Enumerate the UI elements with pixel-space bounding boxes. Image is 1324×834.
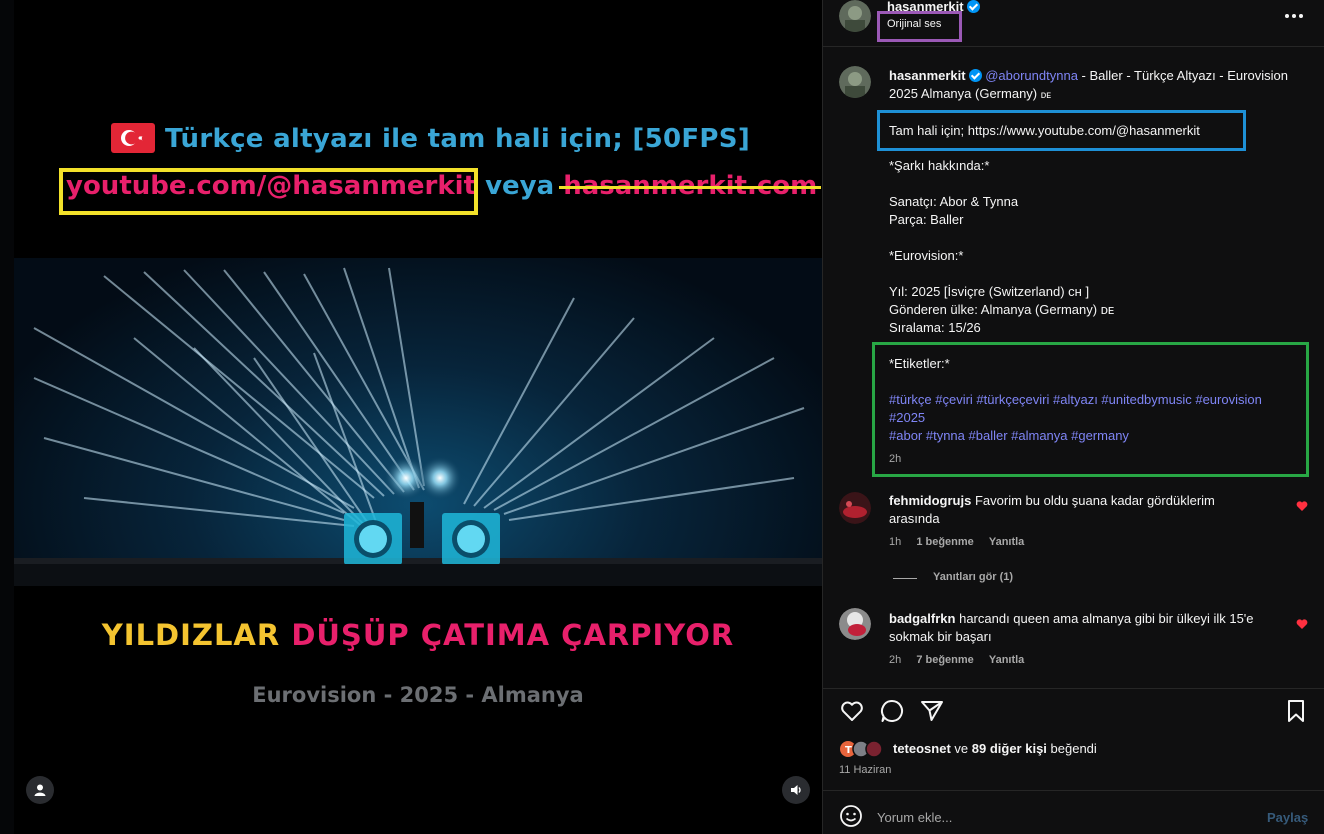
comment-body: badgalfrkn harcandı queen ama almanya gi… <box>889 610 1289 646</box>
heart-icon[interactable] <box>839 698 865 724</box>
caption-verified-icon <box>968 69 982 82</box>
caption-song-header: *Şarkı hakkında:* <box>889 158 990 173</box>
post-side-panel: hasanmerkit Orijinal ses hasanmerkit @ab… <box>822 0 1324 834</box>
caption-username[interactable]: hasanmerkit <box>889 68 966 83</box>
verified-badge-icon <box>966 0 980 13</box>
overlay-or-text: veya <box>485 171 555 201</box>
post-comment-button[interactable]: Paylaş <box>1267 810 1308 825</box>
caption-avatar[interactable] <box>839 66 871 98</box>
author-avatar[interactable] <box>839 0 871 32</box>
comment-meta: 1h 1 beğenme Yanıtla <box>889 536 1036 548</box>
share-icon[interactable] <box>919 698 945 724</box>
lyric-part2: DÜŞÜP ÇATIMA ÇARPIYOR <box>291 618 735 652</box>
comment-text-line1: harcandı queen ama almanya gibi bir ülke… <box>959 611 1254 626</box>
comment-username[interactable]: badgalfrkn <box>889 611 955 626</box>
concert-stage-image <box>14 258 822 586</box>
liked-by-others[interactable]: 89 diğer kişi <box>972 741 1047 756</box>
caption-country: Gönderen ülke: Almanya (Germany) ᴅᴇ <box>889 302 1115 317</box>
caption-year: Yıl: 2025 [İsviçre (Switzerland) ᴄʜ ] <box>889 284 1090 299</box>
post-date[interactable]: 11 Haziran <box>839 764 891 776</box>
caption-track: Parça: Baller <box>889 212 964 227</box>
comment-body: fehmidogrujs Favorim bu oldu şuana kadar… <box>889 492 1269 528</box>
comment-text-line1: Favorim bu oldu şuana kadar gördüklerim <box>974 493 1215 508</box>
comment-avatar[interactable] <box>839 608 871 640</box>
comment-likes[interactable]: 7 beğenme <box>916 654 973 666</box>
video-panel[interactable]: Türkçe altyazı ile tam hali için; [50FPS… <box>0 0 822 834</box>
comment-liked-heart-icon[interactable] <box>1296 618 1308 630</box>
post-caption: hasanmerkit @aborundtynna - Baller - Tür… <box>889 67 1289 105</box>
replies-line <box>893 578 917 579</box>
link-highlight-box <box>877 110 1246 151</box>
comment-text-line2: sokmak bir başarı <box>889 629 992 644</box>
tagged-users-button[interactable] <box>26 776 54 804</box>
lyric-part1: YILDIZLAR <box>101 618 281 652</box>
liked-by-user[interactable]: teteosnet <box>893 741 951 756</box>
liked-by-avatars[interactable]: T <box>839 740 891 758</box>
emoji-icon[interactable] <box>839 804 863 828</box>
caption-mention[interactable]: @aborundtynna <box>985 68 1078 83</box>
svg-text:T: T <box>845 745 852 756</box>
composer-divider <box>823 790 1324 791</box>
liked-by-and: ve <box>950 741 972 756</box>
comment-liked-heart-icon[interactable] <box>1296 500 1308 512</box>
liked-by-text: teteosnet ve 89 diğer kişi beğendi <box>893 740 1097 758</box>
comment-time[interactable]: 2h <box>889 654 901 666</box>
lyric-subtitle: YILDIZLAR DÜŞÜP ÇATIMA ÇARPIYOR <box>14 618 822 652</box>
comment-reply-button[interactable]: Yanıtla <box>989 654 1024 666</box>
caption-eurovision-header: *Eurovision:* <box>889 248 964 263</box>
overlay-subtitle-promo: Türkçe altyazı ile tam hali için; [50FPS… <box>111 122 750 155</box>
comment-username[interactable]: fehmidogrujs <box>889 493 971 508</box>
comment-avatar[interactable] <box>839 492 871 524</box>
comment-likes[interactable]: 1 beğenme <box>916 536 973 548</box>
user-icon <box>34 784 46 796</box>
liked-by-suffix: beğendi <box>1046 741 1097 756</box>
comment-time[interactable]: 1h <box>889 536 901 548</box>
actions-divider <box>823 688 1324 689</box>
comment-meta: 2h 7 beğenme Yanıtla <box>889 654 1036 666</box>
caption-rank: Sıralama: 15/26 <box>889 320 981 335</box>
comment-reply-button[interactable]: Yanıtla <box>989 536 1024 548</box>
comment-icon[interactable] <box>879 698 905 724</box>
caption-flag: ᴅᴇ <box>1040 90 1052 101</box>
comment-input[interactable] <box>877 806 1237 828</box>
youtube-link-highlight <box>59 168 478 215</box>
more-options-button[interactable] <box>1284 6 1304 24</box>
overlay-line1-text: Türkçe altyazı ile tam hali için; [50FPS… <box>165 124 750 154</box>
video-caption: Eurovision - 2025 - Almanya <box>252 683 584 707</box>
caption-artist: Sanatçı: Abor & Tynna <box>889 194 1019 209</box>
bookmark-icon[interactable] <box>1283 698 1309 724</box>
turkey-flag-icon <box>111 122 155 153</box>
comment-text-line2: arasında <box>889 511 940 526</box>
view-replies-button[interactable]: Yanıtları gör (1) <box>933 571 1013 583</box>
audio-highlight-box <box>877 11 962 42</box>
tags-highlight-box <box>872 342 1309 477</box>
more-horizontal-icon <box>1285 14 1303 18</box>
speaker-icon <box>791 785 801 795</box>
overlay-struck-link: hasanmerkit.com <box>563 171 818 201</box>
mute-button[interactable] <box>782 776 810 804</box>
header-divider <box>823 46 1324 47</box>
video-frame[interactable]: Türkçe altyazı ile tam hali için; [50FPS… <box>14 0 822 834</box>
